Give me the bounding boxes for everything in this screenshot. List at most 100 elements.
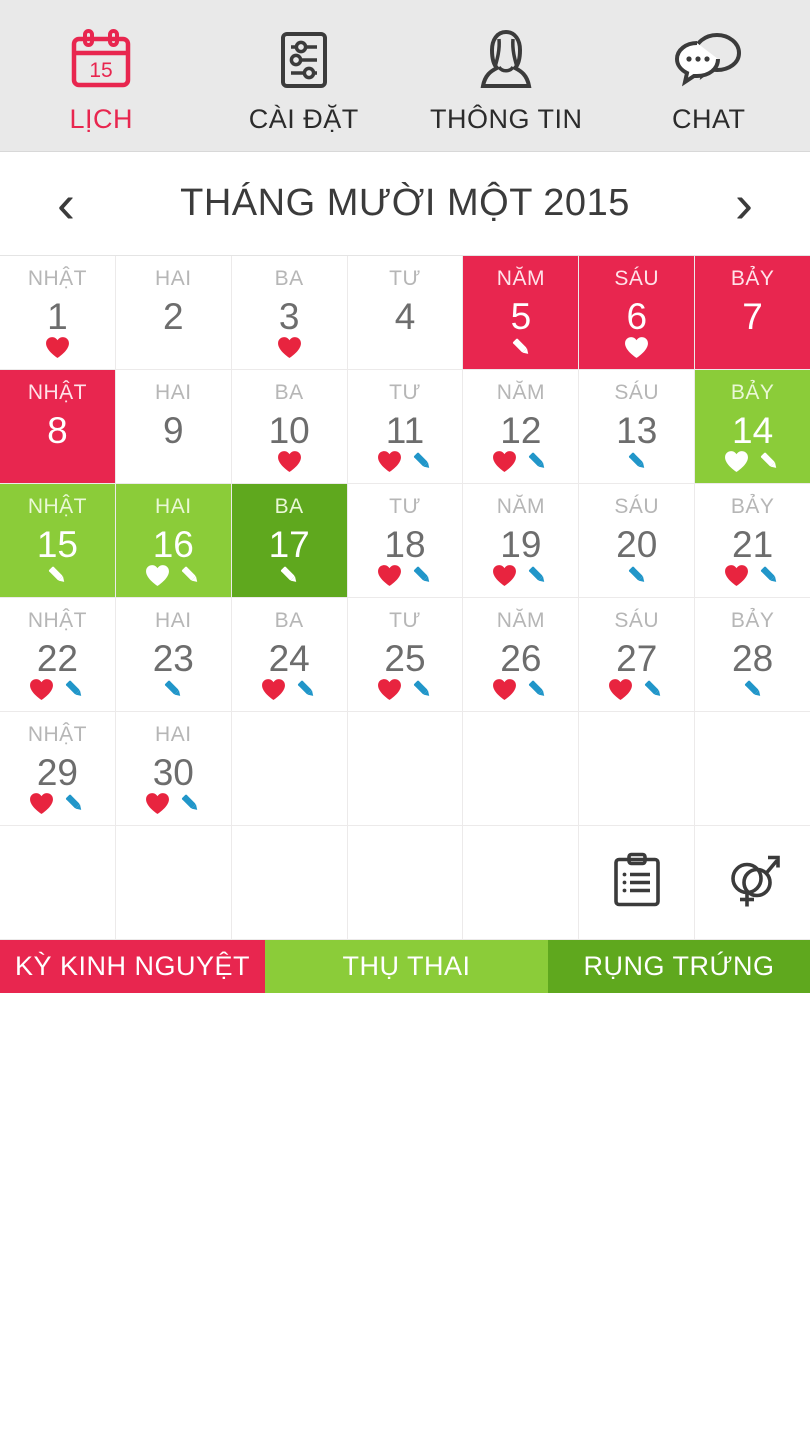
day-number: 28: [732, 638, 774, 679]
calendar-day-18[interactable]: TƯ 18: [347, 484, 464, 598]
calendar-day-5[interactable]: NĂM 5: [463, 256, 580, 370]
day-markers: [463, 334, 578, 360]
calendar-day-27[interactable]: SÁU 27: [579, 598, 696, 712]
notes-button[interactable]: [579, 826, 696, 940]
day-markers: [579, 448, 694, 474]
tab-cai-dat[interactable]: CÀI ĐẶT: [203, 0, 406, 152]
day-number: 8: [47, 410, 68, 451]
calendar-day-25[interactable]: TƯ 25: [347, 598, 464, 712]
next-month-button[interactable]: ›: [716, 176, 772, 232]
day-number: 11: [385, 410, 425, 451]
day-markers: [232, 334, 347, 360]
calendar-day-16[interactable]: HAI 16: [115, 484, 232, 598]
day-of-week-label: SÁU: [614, 381, 660, 404]
calendar-day-8[interactable]: NHẬT 8: [0, 370, 116, 484]
pencil-icon: [62, 677, 86, 701]
calendar-day-2[interactable]: HAI 2: [115, 256, 232, 370]
day-number: 26: [500, 638, 542, 679]
heart-icon: [261, 678, 286, 701]
calendar-day-26[interactable]: NĂM 26: [463, 598, 580, 712]
heart-icon: [45, 336, 70, 359]
heart-icon-svg: [625, 336, 649, 358]
calendar-day-7[interactable]: BẢY 7: [695, 256, 810, 370]
tab-thong-tin-label: THÔNG TIN: [430, 103, 583, 134]
day-number: 17: [268, 524, 310, 565]
calendar-day-15[interactable]: NHẬT 15: [0, 484, 116, 598]
pencil-icon: [509, 335, 533, 359]
day-markers: [695, 448, 810, 474]
calendar-day-13[interactable]: SÁU 13: [579, 370, 696, 484]
day-markers: [348, 448, 463, 474]
day-markers: [579, 676, 694, 702]
heart-icon-svg: [145, 792, 169, 814]
calendar-day-23[interactable]: HAI 23: [115, 598, 232, 712]
day-number: 20: [616, 524, 658, 565]
prev-month-button[interactable]: ‹: [38, 176, 94, 232]
pencil-icon: [625, 449, 649, 473]
heart-icon: [377, 564, 402, 587]
pencil-icon-svg: [529, 566, 545, 582]
calendar-day-19[interactable]: NĂM 19: [463, 484, 580, 598]
calendar-day-22[interactable]: NHẬT 22: [0, 598, 116, 712]
pencil-icon: [757, 449, 781, 473]
calendar-day-17[interactable]: BA 17: [231, 484, 348, 598]
day-of-week-label: TƯ: [389, 609, 421, 632]
day-number: 5: [510, 296, 532, 337]
pencil-icon: [625, 563, 649, 587]
day-of-week-label: BA: [274, 267, 304, 290]
pencil-icon-svg: [761, 452, 777, 468]
day-number: 21: [732, 524, 774, 565]
calendar-cell-empty: [231, 712, 348, 826]
calendar-day-6[interactable]: SÁU 6: [579, 256, 696, 370]
calendar-day-11[interactable]: TƯ 11: [347, 370, 464, 484]
calendar-day-30[interactable]: HAI 30: [115, 712, 232, 826]
intercourse-button[interactable]: [695, 826, 810, 940]
day-markers: [0, 562, 115, 588]
tab-lich[interactable]: 15 LỊCH: [0, 0, 203, 152]
calendar-day-3[interactable]: BA 3: [231, 256, 348, 370]
heart-icon-svg: [725, 450, 749, 472]
calendar-day-12[interactable]: NĂM 12: [463, 370, 580, 484]
pencil-icon-svg: [645, 680, 661, 696]
day-of-week-label: NĂM: [496, 609, 545, 632]
calendar-day-10[interactable]: BA 10: [231, 370, 348, 484]
day-markers: [463, 676, 578, 702]
day-markers: [348, 562, 463, 588]
calendar-cell-empty: [231, 826, 348, 940]
heart-icon-svg: [377, 450, 401, 472]
calendar-day-1[interactable]: NHẬT 1: [0, 256, 116, 370]
calendar-day-9[interactable]: HAI 9: [115, 370, 232, 484]
day-number: 24: [268, 638, 310, 679]
day-number: 27: [616, 638, 658, 679]
calendar-day-14[interactable]: BẢY 14: [695, 370, 810, 484]
calendar-cell-empty: [463, 826, 580, 940]
pencil-icon-svg: [761, 566, 777, 582]
heart-icon: [377, 450, 402, 473]
day-number: 4: [394, 296, 416, 337]
pencil-icon-svg: [744, 680, 760, 696]
legend-item-ovulation[interactable]: RỤNG TRỨNG: [548, 940, 810, 993]
pencil-icon: [741, 677, 765, 701]
calendar-day-21[interactable]: BẢY 21: [695, 484, 810, 598]
legend-item-period[interactable]: KỲ KINH NGUYỆT: [0, 940, 265, 993]
day-of-week-label: TƯ: [389, 495, 421, 518]
calendar-day-4[interactable]: TƯ 4: [347, 256, 464, 370]
legend-item-fertile[interactable]: THỤ THAI: [265, 940, 548, 993]
heart-icon-svg: [493, 564, 517, 586]
day-of-week-label: NĂM: [496, 495, 545, 518]
day-markers: [579, 334, 694, 360]
pencil-icon: [757, 563, 781, 587]
tab-chat[interactable]: CHAT: [608, 0, 810, 152]
pencil-icon: [410, 449, 434, 473]
day-of-week-label: TƯ: [389, 267, 421, 290]
pencil-icon-svg: [181, 794, 197, 810]
pencil-icon: [62, 791, 86, 815]
calendar-day-24[interactable]: BA 24: [231, 598, 348, 712]
pencil-icon-svg: [413, 680, 429, 696]
calendar-day-29[interactable]: NHẬT 29: [0, 712, 116, 826]
page-filler: [0, 993, 810, 1383]
calendar-day-20[interactable]: SÁU 20: [579, 484, 696, 598]
calendar-day-28[interactable]: BẢY 28: [695, 598, 810, 712]
tab-thong-tin[interactable]: THÔNG TIN: [405, 0, 608, 152]
gender-symbols-icon: [724, 851, 782, 914]
